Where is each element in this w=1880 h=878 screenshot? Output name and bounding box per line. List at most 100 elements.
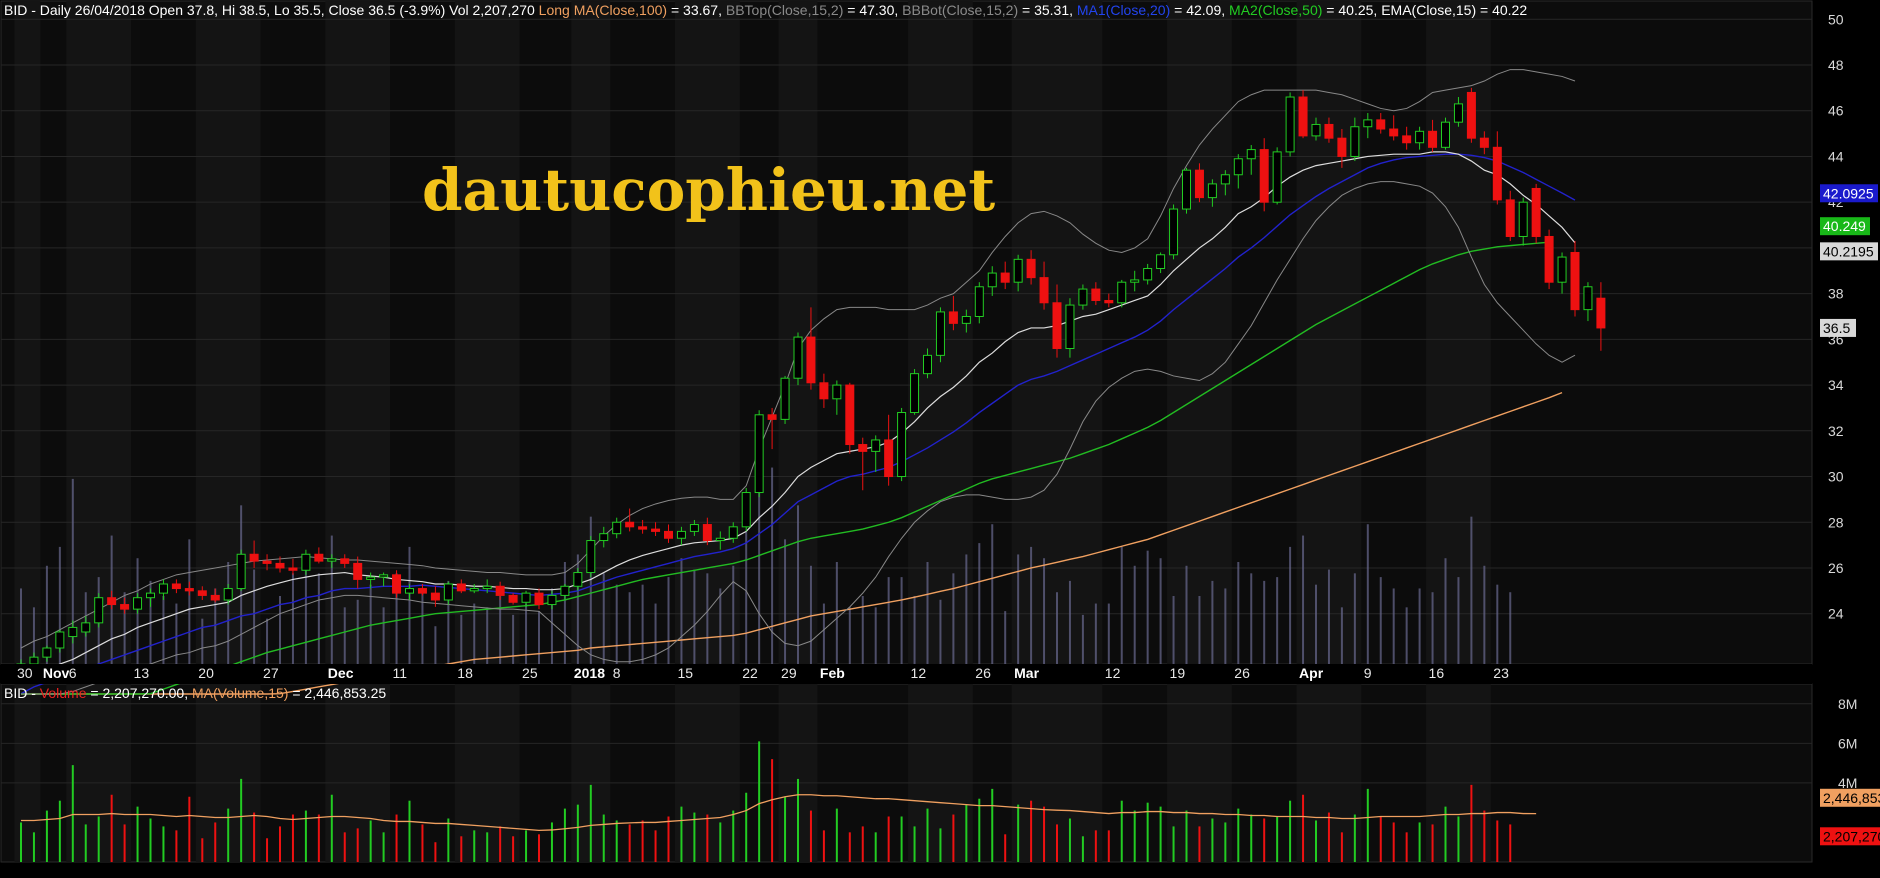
background-volume-bar [719, 588, 722, 664]
date-tick-label: 25 [522, 665, 538, 681]
candle-down [819, 382, 829, 400]
vol-header-sep: - [27, 685, 40, 701]
background-volume-bar [1379, 577, 1382, 664]
candle-up [81, 622, 91, 633]
candle-down [1570, 251, 1580, 311]
candle-up [327, 558, 337, 562]
header-bbtop-value: = 47.30, [843, 2, 903, 18]
background-volume-bar [1107, 603, 1110, 664]
candle-up [741, 492, 751, 528]
background-volume-bar [291, 573, 294, 664]
candle-down [340, 558, 350, 564]
candle-down [767, 414, 777, 420]
background-volume-bar [952, 573, 955, 664]
background-volume-bar [201, 618, 204, 664]
background-volume-bar [797, 505, 799, 664]
stock-chart[interactable]: dautucophieu.net 24262830323436384042444… [0, 0, 1880, 878]
header-ma2-value: = 40.25, [1322, 2, 1382, 18]
background-volume-bar [486, 607, 489, 664]
candle-down [1259, 149, 1269, 203]
price-tick-label: 32 [1828, 423, 1844, 439]
candle-up [1350, 126, 1360, 157]
candle-up [146, 592, 155, 599]
candle-up [586, 540, 596, 574]
background-volume-bar [1159, 558, 1162, 664]
date-tick-label: Apr [1299, 665, 1324, 681]
candle-down [1466, 91, 1476, 139]
background-volume-bar [563, 562, 566, 664]
ema-tag: 40.2195 [1823, 243, 1874, 259]
date-tick-label: Nov [43, 665, 70, 681]
candle-up [547, 594, 557, 606]
candle-up [1065, 304, 1075, 350]
ma1-tag: 42.0925 [1823, 185, 1874, 201]
background-volume-bar [641, 584, 644, 664]
background-volume-bar [1068, 580, 1071, 664]
background-volume-bar [680, 558, 683, 664]
date-tick-label: 18 [457, 665, 473, 681]
candle-up [1078, 288, 1088, 306]
candle-up [935, 311, 945, 356]
volume-panel [0, 683, 1813, 863]
candle-up [443, 583, 453, 601]
header-ma1-label: MA1(Close,20) [1076, 2, 1171, 18]
background-volume-bar [991, 524, 994, 664]
candle-up [974, 286, 984, 317]
candle-down [417, 588, 427, 594]
candle-down [456, 583, 466, 592]
candle-down [184, 588, 194, 592]
date-tick-label: Mar [1014, 665, 1039, 681]
candle-up [521, 592, 531, 603]
candle-up [1169, 208, 1179, 256]
candle-down [806, 336, 816, 384]
candle-down [120, 604, 130, 610]
background-volume-bar [887, 577, 890, 664]
background-volume-bar [1340, 607, 1343, 664]
price-tick-label: 30 [1828, 469, 1844, 485]
background-volume-bar [460, 614, 463, 664]
candle-down [275, 562, 285, 569]
background-volume-bar [1276, 577, 1279, 664]
background-volume-bar [279, 596, 281, 664]
background-volume-bar [1185, 565, 1188, 664]
volume-tick-label: 8M [1838, 696, 1857, 712]
price-tick-label: 34 [1828, 377, 1844, 393]
candle-up [689, 524, 699, 532]
candle-down [249, 553, 259, 562]
candle-up [379, 574, 389, 578]
date-tick-label: 16 [1429, 665, 1445, 681]
background-volume-bar [978, 543, 981, 664]
background-volume-bar [1366, 524, 1369, 664]
candle-up [793, 336, 803, 379]
candle-up [223, 588, 233, 601]
candle-down [1324, 123, 1334, 139]
candle-up [961, 315, 971, 324]
candle-down [1052, 302, 1062, 350]
background-volume-bar [628, 592, 631, 664]
candle-down [1104, 299, 1114, 304]
candle-up [29, 656, 39, 665]
candle-up [1272, 151, 1282, 203]
candle-down [353, 562, 363, 580]
close-tag: 36.5 [1823, 320, 1850, 336]
background-volume-bar [926, 562, 929, 664]
background-volume-bar [771, 467, 774, 664]
background-volume-bar [227, 562, 230, 664]
price-tick-label: 38 [1828, 286, 1844, 302]
background-volume-bar [1030, 546, 1033, 664]
header-info: - Daily 26/04/2018 Open 37.8, Hi 38.5, L… [27, 2, 539, 18]
date-tick-label: 12 [1105, 665, 1121, 681]
header-bbbot-label: BBBot(Close,15,2) [902, 2, 1019, 18]
background-volume-bar [473, 603, 476, 664]
candle-up [1415, 130, 1425, 144]
ma2-tag: 40.249 [1823, 218, 1866, 234]
candle-down [1596, 297, 1606, 329]
candle-up [158, 583, 168, 594]
volume-axis: 4M 6M 8M [1838, 696, 1857, 791]
header-bbtop-label: BBTop(Close,15,2) [725, 2, 844, 18]
date-tick-label: 26 [975, 665, 991, 681]
candle-up [55, 631, 65, 649]
candle-down [1091, 288, 1101, 301]
candle-up [366, 576, 376, 580]
background-volume-bar [382, 607, 385, 664]
